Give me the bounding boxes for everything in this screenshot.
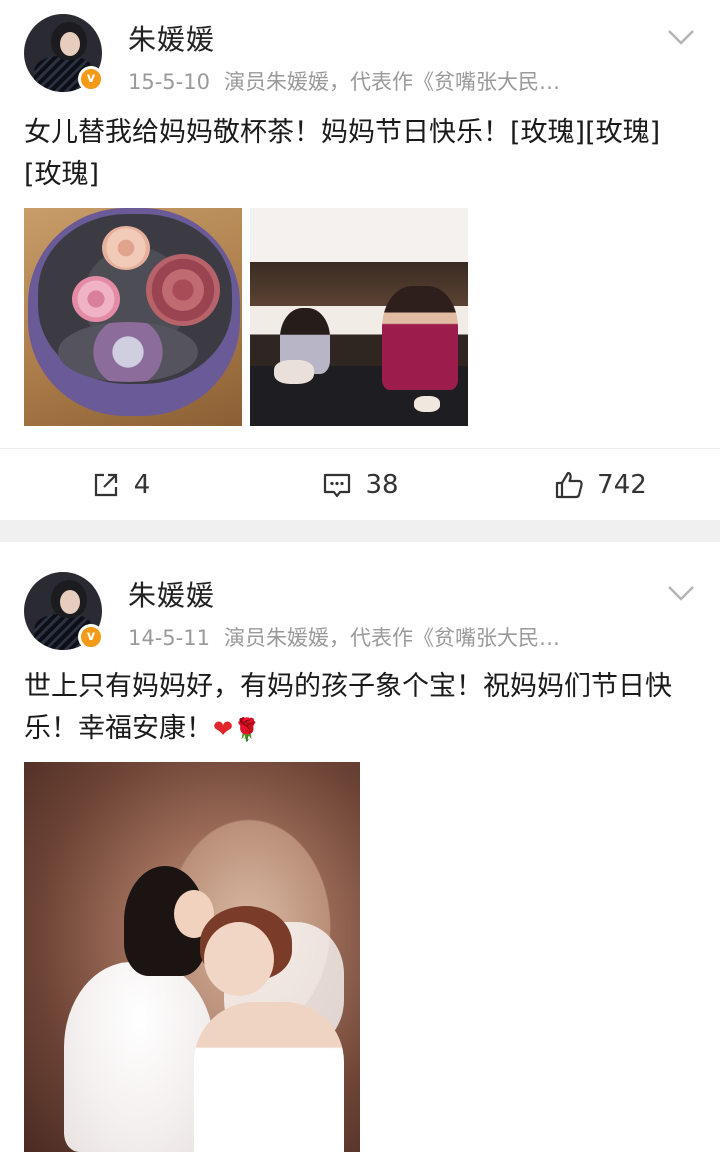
avatar[interactable]: v: [0, 0, 110, 100]
flower-box-image[interactable]: [24, 208, 242, 426]
repost-button[interactable]: 4: [0, 469, 240, 501]
thumbs-up-icon: [556, 471, 583, 498]
post-text: 世上只有妈妈好，有妈的孩子象个宝！祝妈妈们节日快乐！幸福安康！❤🌹: [24, 666, 694, 752]
post-source: 演员朱媛媛，代表作《贫嘴张大民…: [223, 626, 560, 650]
like-count: 742: [597, 469, 647, 500]
post-source: 演员朱媛媛，代表作《贫嘴张大民…: [223, 70, 560, 94]
post-date: 14-5-11: [128, 626, 210, 650]
repost-icon: [94, 473, 117, 496]
tea-serving-image[interactable]: [250, 208, 468, 426]
comment-icon: [324, 473, 351, 497]
repost-count: 4: [133, 469, 151, 500]
post-divider: [0, 520, 720, 542]
like-button[interactable]: 742: [480, 469, 720, 501]
post-card: v 朱媛媛 15-5-10 演员朱媛媛，代表作《贫嘴张大民… 女儿替我给妈妈敬杯茶…: [0, 0, 720, 520]
post-text-body: 世上只有妈妈好，有妈的孩子象个宝！祝妈妈们节日快乐！幸福安康！: [24, 671, 672, 744]
verified-badge-icon: v: [78, 66, 104, 92]
username[interactable]: 朱媛媛: [128, 574, 215, 614]
avatar[interactable]: v: [0, 542, 110, 650]
verified-badge-icon: v: [78, 624, 104, 650]
post-date: 15-5-10: [128, 70, 210, 94]
heart-emoji-icon: ❤: [213, 715, 234, 743]
weibo-feed: v 朱媛媛 15-5-10 演员朱媛媛，代表作《贫嘴张大民… 女儿替我给妈妈敬杯茶…: [0, 0, 720, 1152]
post-meta: 14-5-11 演员朱媛媛，代表作《贫嘴张大民…: [128, 622, 560, 652]
post-actions: 4 38 742: [0, 448, 720, 520]
rose-emoji-icon: 🌹: [233, 718, 261, 743]
comment-button[interactable]: 38: [240, 469, 480, 501]
post-text: 女儿替我给妈妈敬杯茶！妈妈节日快乐！[玫瑰][玫瑰][玫瑰]: [24, 117, 661, 190]
post-meta: 15-5-10 演员朱媛媛，代表作《贫嘴张大民…: [128, 66, 560, 96]
username[interactable]: 朱媛媛: [128, 18, 215, 58]
comment-count: 38: [365, 469, 399, 500]
post-card: v 朱媛媛 14-5-11 演员朱媛媛，代表作《贫嘴张大民… 世上只有妈妈好，有妈…: [0, 542, 720, 1152]
chevron-down-icon[interactable]: [666, 578, 696, 608]
wedding-kiss-image[interactable]: [24, 762, 360, 1152]
chevron-down-icon[interactable]: [666, 22, 696, 52]
